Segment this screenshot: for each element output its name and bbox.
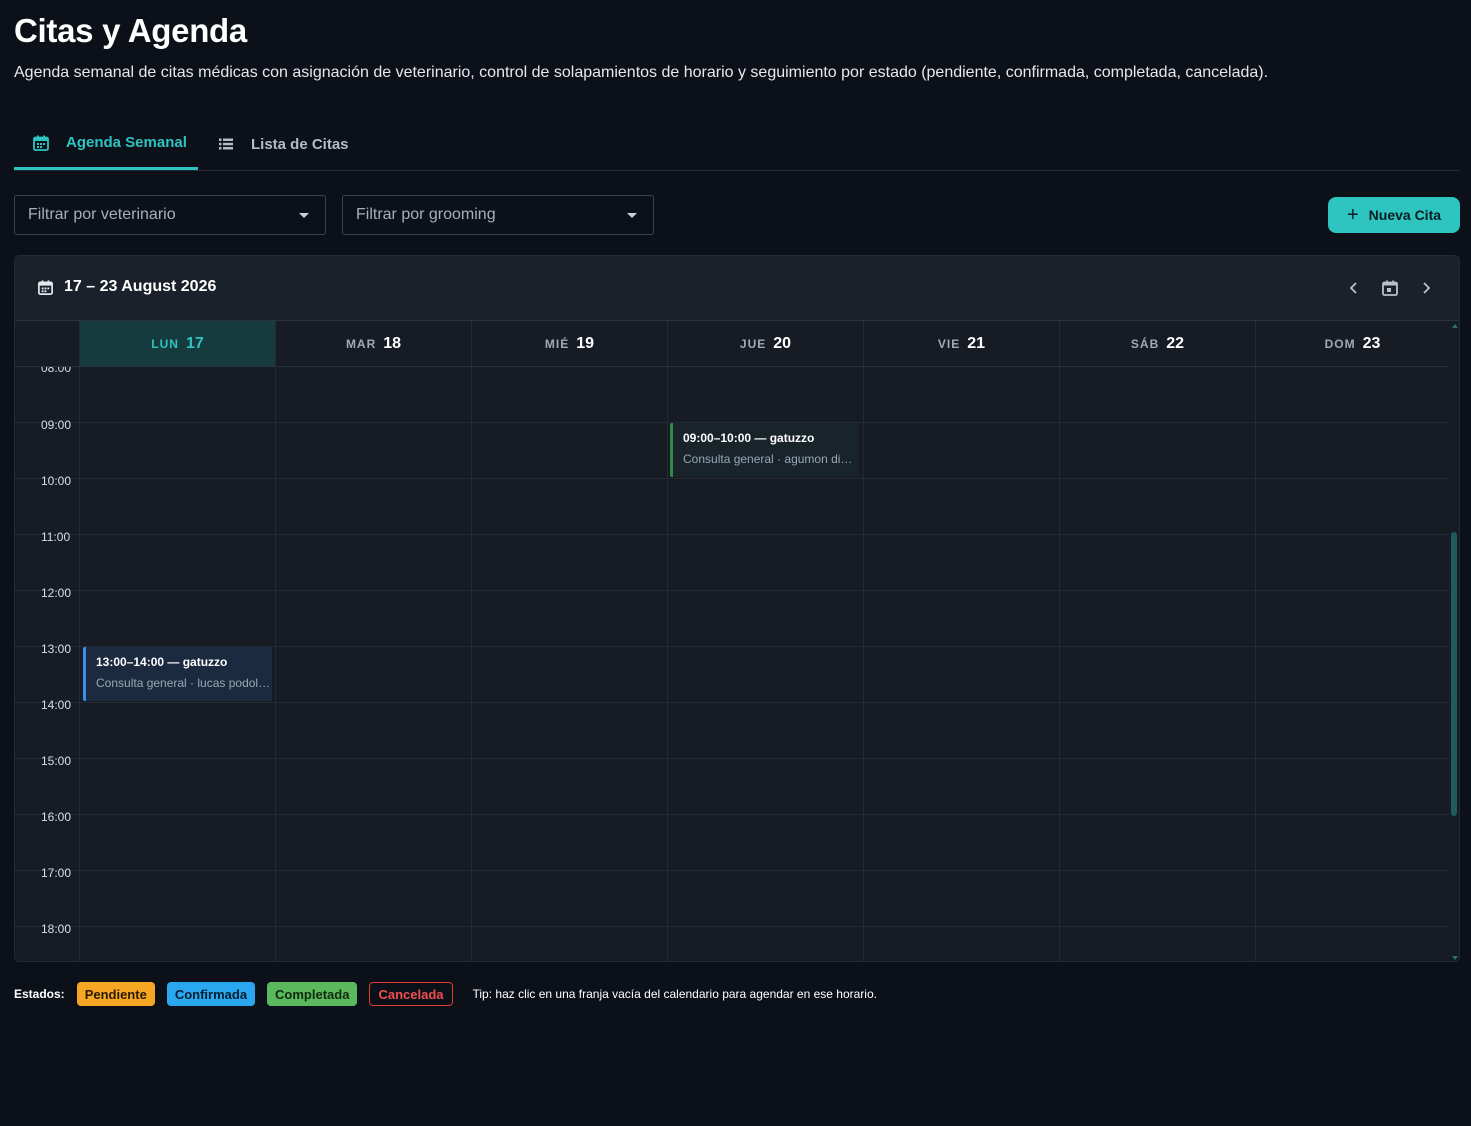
hour-label: 08:00 — [41, 367, 72, 375]
scroll-down-arrow[interactable] — [1452, 956, 1458, 960]
hour-line — [15, 870, 1449, 871]
week-calendar: 17 – 23 August 2026 LUN 17 MAR 18 MIÉ 19… — [14, 255, 1460, 962]
day-name: JUE — [739, 336, 767, 351]
day-date: 20 — [773, 334, 792, 352]
calendar-range: 17 – 23 August 2026 — [37, 278, 216, 296]
day-header-vie[interactable]: VIE 21 — [863, 321, 1059, 366]
hour-label: 17:00 — [41, 866, 72, 880]
tab-agenda-label: Agenda Semanal — [66, 134, 187, 151]
hour-label: 10:00 — [41, 474, 72, 488]
status-badge-confirmada: Confirmada — [166, 982, 256, 1006]
day-date: 17 — [185, 334, 204, 352]
chevron-down-icon — [299, 213, 309, 218]
hour-label: 16:00 — [41, 810, 72, 824]
column-divider — [471, 367, 472, 961]
day-name: MAR — [345, 336, 377, 351]
day-date: 19 — [576, 334, 595, 352]
calendar-scrollbar[interactable] — [1451, 322, 1459, 961]
calendar-icon — [32, 134, 50, 152]
day-name: VIE — [937, 336, 961, 351]
chevron-left-icon — [1349, 282, 1357, 294]
column-divider — [79, 367, 80, 961]
vet-filter-select[interactable]: Filtrar por veterinario — [14, 195, 326, 235]
new-appointment-button[interactable]: + Nueva Cita — [1328, 197, 1460, 233]
day-header-mar[interactable]: MAR 18 — [275, 321, 471, 366]
hour-line — [15, 814, 1449, 815]
appointment-event[interactable]: 13:00–14:00 — gatuzzo Consulta general ·… — [83, 647, 272, 701]
page: Citas y Agenda Agenda semanal de citas m… — [0, 0, 1471, 1126]
plus-icon: + — [1346, 204, 1359, 226]
day-date: 18 — [383, 334, 402, 352]
status-badge-pendiente: Pendiente — [76, 982, 155, 1006]
column-divider — [275, 367, 276, 961]
event-title: 09:00–10:00 — gatuzzo — [683, 431, 815, 445]
column-divider — [1059, 367, 1060, 961]
calendar-range-text: 17 – 23 August 2026 — [64, 278, 217, 295]
day-header-jue[interactable]: JUE 20 — [667, 321, 863, 366]
tab-bar: Agenda Semanal Lista de Citas — [14, 118, 1460, 171]
day-header-dom[interactable]: DOM 23 — [1255, 321, 1449, 366]
hour-line — [15, 758, 1449, 759]
calendar-tip: Tip: haz clic en una franja vacía del ca… — [472, 987, 877, 1001]
vet-filter-placeholder: Filtrar por veterinario — [28, 206, 176, 223]
day-date: 22 — [1166, 334, 1185, 352]
appointment-event[interactable]: 09:00–10:00 — gatuzzo Consulta general ·… — [670, 423, 859, 477]
chevron-right-icon — [1423, 282, 1431, 294]
column-divider — [863, 367, 864, 961]
legend-label: Estados: — [14, 987, 65, 1001]
hour-label: 15:00 — [41, 754, 72, 768]
scrollbar-thumb[interactable] — [1451, 532, 1457, 816]
day-header-lun[interactable]: LUN 17 — [79, 321, 275, 366]
event-subtitle: Consulta general · lucas podol… — [96, 676, 271, 690]
hour-line — [15, 590, 1449, 591]
day-name: DOM — [1324, 336, 1356, 351]
event-subtitle: Consulta general · agumon di… — [683, 452, 853, 466]
hour-label: 09:00 — [41, 418, 72, 432]
calendar-toolbar: 17 – 23 August 2026 — [15, 256, 1459, 321]
tab-agenda-semanal[interactable]: Agenda Semanal — [14, 118, 198, 170]
hour-line — [15, 534, 1449, 535]
scroll-up-arrow[interactable] — [1452, 324, 1458, 328]
today-button[interactable] — [1378, 276, 1402, 300]
hour-line — [15, 702, 1449, 703]
column-divider — [1255, 367, 1256, 961]
new-appointment-label: Nueva Cita — [1368, 207, 1442, 223]
status-legend: Estados: Pendiente Confirmada Completada… — [14, 982, 877, 1006]
hour-line — [15, 926, 1449, 927]
day-header-sab[interactable]: SÁB 22 — [1059, 321, 1255, 366]
day-header-mie[interactable]: MIÉ 19 — [471, 321, 667, 366]
column-divider — [667, 367, 668, 961]
status-badge-cancelada: Cancelada — [369, 982, 453, 1006]
event-title: 13:00–14:00 — gatuzzo — [96, 655, 228, 669]
grooming-filter-placeholder: Filtrar por grooming — [356, 206, 496, 223]
chevron-down-icon — [627, 213, 637, 218]
page-title: Citas y Agenda — [14, 12, 247, 49]
day-name: SÁB — [1130, 336, 1160, 351]
hour-line — [15, 478, 1449, 479]
grooming-filter-select[interactable]: Filtrar por grooming — [342, 195, 654, 235]
tab-lista-citas[interactable]: Lista de Citas — [217, 118, 349, 170]
day-name: MIÉ — [544, 336, 570, 351]
list-icon — [217, 135, 235, 153]
prev-week-button[interactable] — [1342, 276, 1366, 300]
hour-label: 12:00 — [41, 586, 72, 600]
day-date: 23 — [1362, 334, 1381, 352]
day-date: 21 — [967, 334, 986, 352]
day-name: LUN — [151, 336, 179, 351]
hour-label: 18:00 — [41, 922, 72, 936]
hour-label: 11:00 — [41, 530, 71, 544]
tab-lista-label: Lista de Citas — [251, 135, 349, 153]
time-grid[interactable]: 08:00 09:00 10:00 11:00 12:00 13:00 14:0… — [15, 367, 1449, 961]
hour-label: 14:00 — [41, 698, 72, 712]
calendar-icon — [37, 279, 54, 296]
day-header-row: LUN 17 MAR 18 MIÉ 19 JUE 20 VIE 21 SÁB 2… — [15, 321, 1449, 367]
page-subtitle: Agenda semanal de citas médicas con asig… — [14, 64, 1269, 81]
next-week-button[interactable] — [1414, 276, 1438, 300]
status-badge-completada: Completada — [267, 982, 358, 1006]
hour-label: 13:00 — [41, 642, 72, 656]
calendar-today-icon — [1382, 280, 1398, 296]
